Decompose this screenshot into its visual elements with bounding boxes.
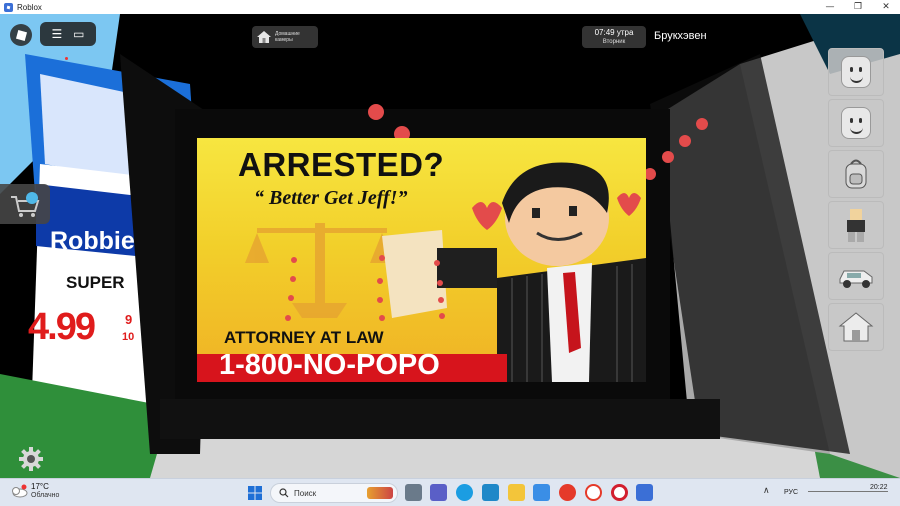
notification-dot	[65, 57, 68, 60]
minimize-button[interactable]: —	[816, 0, 844, 14]
roblox-taskbar-icon[interactable]	[636, 484, 653, 501]
gas-sign-fraction-top: 9	[125, 312, 133, 327]
window-title: Roblox	[17, 2, 42, 12]
windows-start-icon[interactable]	[247, 485, 263, 501]
face-editor-button[interactable]	[828, 99, 884, 147]
home-cameras-button[interactable]: Домашние камеры	[252, 26, 318, 48]
ms-store-icon[interactable]	[533, 484, 550, 501]
chat-icon[interactable]: ▭	[73, 28, 84, 40]
teams-icon[interactable]	[430, 484, 447, 501]
window-titlebar: Roblox — ❐ ✕	[0, 0, 900, 14]
gas-sign-brand: Robbie	[50, 227, 135, 255]
yandex-icon[interactable]	[559, 484, 576, 501]
weather-condition: Облачно	[31, 492, 60, 499]
right-toolbar	[828, 48, 884, 354]
smiley-face-icon	[841, 56, 871, 88]
tray-time[interactable]: 20:22	[870, 484, 888, 491]
backpack-button[interactable]	[828, 150, 884, 198]
tray-chevron-icon[interactable]: ∧	[763, 486, 770, 496]
store-icon[interactable]	[482, 484, 499, 501]
edge-icon[interactable]	[456, 484, 473, 501]
maximize-button[interactable]: ❐	[844, 0, 872, 14]
emotes-button[interactable]	[828, 48, 884, 96]
billboard: ARRESTED? “ Better Get Jeff!” ATTORNEY A…	[197, 138, 646, 382]
car-icon	[839, 270, 873, 288]
billboard-subtitle: ATTORNEY AT LAW	[224, 328, 384, 347]
task-view-icon[interactable]	[405, 484, 422, 501]
gas-sign-fraction-bottom: 10	[122, 331, 135, 343]
tray-divider	[808, 491, 888, 492]
opera-icon[interactable]	[611, 484, 628, 501]
window-controls: — ❐ ✕	[816, 0, 900, 14]
avatar-icon	[847, 209, 865, 242]
billboard-phone: 1-800-NO-POPO	[219, 349, 440, 381]
house-icon	[257, 31, 271, 43]
gas-sign-grade: SUPER	[66, 273, 125, 292]
billboard-slogan: “ Better Get Jeff!”	[254, 187, 408, 209]
vehicle-button[interactable]	[828, 252, 884, 300]
gas-sign-price: 4.99	[28, 306, 96, 348]
search-highlight-image	[367, 487, 393, 499]
roblox-logo-icon	[15, 29, 27, 41]
game-clock: 07:49 утра Вторник	[582, 26, 646, 48]
house-icon	[838, 312, 874, 342]
hamburger-icon[interactable]: ☰	[51, 28, 62, 40]
gear-icon[interactable]	[18, 446, 44, 472]
cloud-icon	[12, 484, 28, 498]
backpack-icon	[845, 159, 867, 189]
face-edit-icon	[841, 107, 871, 139]
windows-taskbar: 17°C Облачно Поиск ∧ РУС 20:22	[0, 478, 900, 506]
taskbar-search[interactable]: Поиск	[270, 483, 398, 503]
yandex-browser-icon[interactable]	[585, 484, 602, 501]
shop-cart-icon	[11, 192, 40, 217]
game-viewport[interactable]: Robbie SUPER 4.99 9 10 ARRESTED? “ Bette…	[0, 14, 900, 478]
hud-menu-group: ☰ ▭	[40, 22, 96, 46]
search-icon	[279, 488, 289, 498]
shop-button[interactable]	[0, 184, 50, 224]
place-name: Брукхэвен	[654, 30, 707, 42]
explorer-icon[interactable]	[508, 484, 525, 501]
weather-temp: 17°C	[31, 482, 49, 491]
house-button[interactable]	[828, 303, 884, 351]
clock-time: 07:49 утра	[594, 28, 634, 37]
search-label: Поиск	[294, 488, 317, 498]
home-cameras-label: Домашние камеры	[275, 31, 300, 43]
billboard-headline: ARRESTED?	[238, 146, 445, 183]
clock-day: Вторник	[602, 39, 626, 45]
roblox-window-icon	[4, 2, 13, 12]
roblox-menu-button[interactable]	[10, 24, 32, 46]
weather-widget[interactable]: 17°C Облачно	[10, 482, 59, 500]
avatar-button[interactable]	[828, 201, 884, 249]
close-button[interactable]: ✕	[872, 0, 900, 14]
app-root: Roblox — ❐ ✕ Robbie SUPER 4.99 9 10 ARRE…	[0, 0, 900, 506]
tray-language[interactable]: РУС	[784, 489, 798, 496]
